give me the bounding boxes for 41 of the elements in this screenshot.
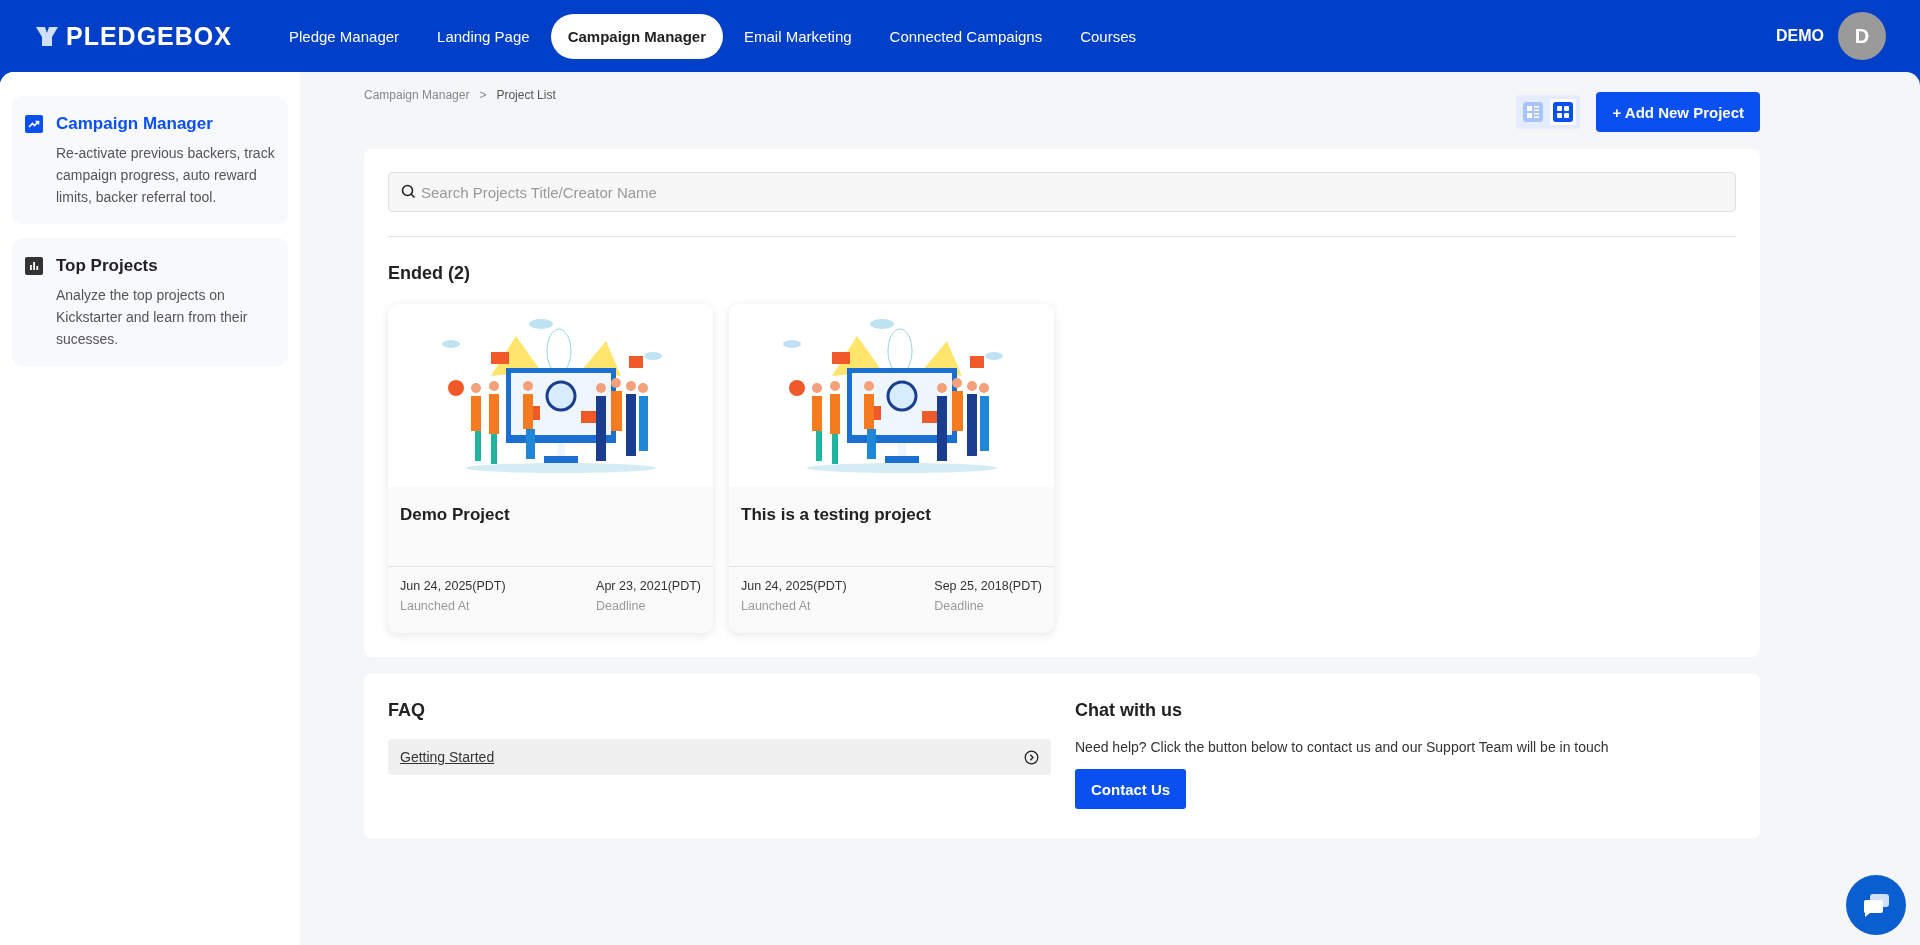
- launch-date-label: Launched At: [741, 599, 812, 613]
- faq-title: FAQ: [388, 700, 426, 721]
- chat-icon: [1861, 892, 1891, 918]
- user-name: DEMO: [1776, 27, 1824, 45]
- search-field[interactable]: Search Projects Title/Creator Name: [388, 172, 1736, 212]
- project-card[interactable]: Demo Project Jun 24, 2025(PDT) Launched At Apr 23, 2021(PDT) Deadline: [388, 304, 713, 633]
- launch-date: Jun 24, 2025(PDT): [400, 579, 506, 593]
- launch-date: Jun 24, 2025(PDT): [741, 579, 847, 593]
- add-new-project-button[interactable]: + Add New Project: [1596, 92, 1760, 132]
- deadline-date: Apr 23, 2021(PDT): [596, 579, 701, 593]
- contact-us-button[interactable]: Contact Us: [1075, 769, 1187, 809]
- bar-chart-icon: [25, 257, 43, 275]
- chevron-circle-icon: [1024, 749, 1039, 765]
- deadline-label: Deadline: [596, 599, 647, 613]
- nav-tab[interactable]: Pledge Manager: [272, 13, 417, 59]
- chat-description: Need help? Click the button below to contact us and our Support Team will be in touch: [1075, 739, 1610, 755]
- sidebar-item[interactable]: Top Projects Analyze the top projects on Kickstarter and learn from their sucesses.: [12, 238, 288, 366]
- nav-tab[interactable]: Courses: [1063, 13, 1154, 59]
- sidebar-item-title: Campaign Manager: [56, 114, 213, 134]
- project-title: This is a testing project: [741, 505, 932, 525]
- nav-tab[interactable]: Email Marketing: [727, 13, 869, 59]
- grid-view-button[interactable]: [1550, 99, 1577, 125]
- nav-tab[interactable]: Landing Page: [420, 13, 547, 59]
- deadline-label: Deadline: [934, 599, 985, 613]
- sidebar-item-description: Re-activate previous backers, track campaign progress, auto reward limits, backer referral tool.: [56, 144, 276, 207]
- breadcrumb-link[interactable]: Project List: [496, 88, 556, 102]
- nav-tab[interactable]: Connected Campaigns: [872, 13, 1060, 59]
- sidebar-item-title: Top Projects: [56, 256, 158, 276]
- deadline-date: Sep 25, 2018(PDT): [934, 579, 1042, 593]
- sidebar-item-description: Analyze the top projects on Kickstarter and learn from their sucesses.: [56, 286, 249, 349]
- section-title: Ended (2): [388, 263, 471, 284]
- chat-title: Chat with us: [1075, 700, 1183, 721]
- faq-item[interactable]: Getting Started: [388, 739, 1051, 775]
- breadcrumb-separator: >: [479, 88, 487, 102]
- trend-chart-icon: [25, 115, 43, 133]
- sidebar-item[interactable]: Campaign Manager Re-activate previous backers, track campaign progress, auto reward limits, backer referral tool.: [12, 96, 288, 224]
- nav-tab[interactable]: Campaign Manager: [550, 13, 724, 59]
- project-card[interactable]: This is a testing project Jun 24, 2025(PDT) Launched At Sep 25, 2018(PDT) Deadline: [729, 304, 1054, 633]
- logo-text: PLEDGEBOX: [66, 21, 232, 51]
- project-title: Demo Project: [400, 505, 511, 525]
- launch-date-label: Launched At: [400, 599, 471, 613]
